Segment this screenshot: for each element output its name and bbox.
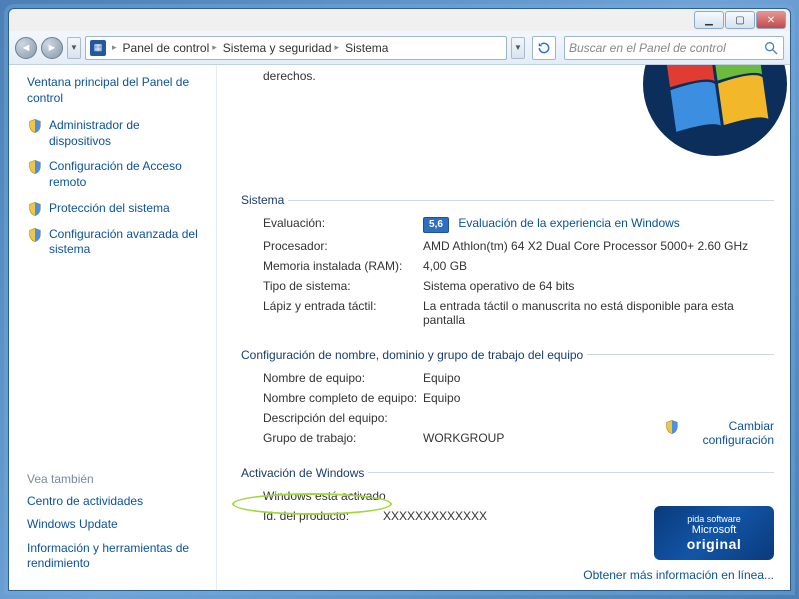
- sidebar-item-advanced-settings[interactable]: Configuración avanzada del sistema: [27, 227, 202, 258]
- chevron-right-icon: ▸: [212, 42, 217, 53]
- label: Grupo de trabajo:: [263, 431, 423, 445]
- breadcrumb[interactable]: ▦ ▸ Panel de control ▸ Sistema y segurid…: [85, 36, 507, 60]
- value: Equipo: [423, 371, 774, 385]
- content-area: Ventana principal del Panel de control A…: [9, 65, 790, 590]
- link-more-info-online[interactable]: Obtener más información en línea...: [583, 568, 774, 582]
- forward-button[interactable]: ►: [41, 37, 63, 59]
- close-button[interactable]: ✕: [756, 11, 786, 29]
- link-performance-info[interactable]: Información y herramientas de rendimient…: [27, 541, 202, 572]
- label: Procesador:: [263, 239, 423, 253]
- row-system-type: Tipo de sistema: Sistema operativo de 64…: [241, 276, 774, 296]
- label: Nombre completo de equipo:: [263, 391, 423, 405]
- section-legend: Activación de Windows: [241, 466, 368, 480]
- link-action-center[interactable]: Centro de actividades: [27, 494, 202, 510]
- label: Lápiz y entrada táctil:: [263, 299, 423, 327]
- sidebar: Ventana principal del Panel de control A…: [9, 65, 217, 590]
- section-legend: Configuración de nombre, dominio y grupo…: [241, 348, 587, 362]
- link-change-settings[interactable]: Cambiar configuración: [664, 419, 774, 447]
- label: Descripción del equipo:: [263, 411, 423, 425]
- titlebar: ▁ ▢ ✕: [9, 9, 790, 31]
- breadcrumb-label: Sistema: [345, 41, 388, 55]
- row-cpu: Procesador: AMD Athlon(tm) 64 X2 Dual Co…: [241, 236, 774, 256]
- breadcrumb-dropdown[interactable]: ▼: [511, 37, 525, 59]
- shield-icon: [27, 159, 43, 175]
- sidebar-item-remote-access[interactable]: Configuración de Acceso remoto: [27, 159, 202, 190]
- label: Id. del producto:: [263, 509, 383, 523]
- activation-status-text: Windows está activado: [263, 489, 774, 503]
- sidebar-item-system-protection[interactable]: Protección del sistema: [27, 201, 202, 217]
- link-windows-update[interactable]: Windows Update: [27, 517, 202, 533]
- back-button[interactable]: ◄: [15, 37, 37, 59]
- row-activation-status: Windows está activado: [241, 486, 774, 506]
- wei-score-badge: 5,6: [423, 217, 449, 233]
- link-label: Cambiar configuración: [684, 419, 774, 447]
- control-panel-icon: ▦: [90, 40, 106, 56]
- history-dropdown[interactable]: ▼: [67, 37, 81, 59]
- breadcrumb-label: Panel de control: [123, 41, 210, 55]
- refresh-button[interactable]: [532, 36, 556, 60]
- see-also-header: Vea también: [27, 472, 202, 486]
- control-panel-home-link[interactable]: Ventana principal del Panel de control: [27, 75, 202, 106]
- navigation-bar: ◄ ► ▼ ▦ ▸ Panel de control ▸ Sistema y s…: [9, 31, 790, 65]
- sidebar-item-label: Protección del sistema: [49, 201, 170, 217]
- shield-icon: [27, 227, 43, 243]
- value: AMD Athlon(tm) 64 X2 Dual Core Processor…: [423, 239, 774, 253]
- section-legend: Sistema: [241, 193, 288, 207]
- label: Evaluación:: [263, 216, 423, 233]
- maximize-button[interactable]: ▢: [725, 11, 755, 29]
- window-frame: ▁ ▢ ✕ ◄ ► ▼ ▦ ▸ Panel de control ▸ Siste…: [8, 8, 791, 591]
- shield-icon: [664, 419, 680, 435]
- breadcrumb-label: Sistema y seguridad: [223, 41, 332, 55]
- value: Sistema operativo de 64 bits: [423, 279, 774, 293]
- breadcrumb-seg-1[interactable]: Sistema y seguridad ▸: [223, 41, 339, 55]
- chevron-right-icon: ▸: [335, 42, 340, 53]
- genuine-small-text: pida software: [687, 514, 741, 524]
- shield-icon: [27, 201, 43, 217]
- sidebar-item-label: Configuración avanzada del sistema: [49, 227, 202, 258]
- value: 4,00 GB: [423, 259, 774, 273]
- main-pane: derechos. Sistema Evaluación: 5,6 Evalua…: [217, 65, 790, 590]
- row-rating: Evaluación: 5,6 Evaluación de la experie…: [241, 213, 774, 236]
- breadcrumb-seg-2[interactable]: Sistema: [345, 41, 388, 55]
- chevron-right-icon: ▸: [112, 42, 117, 53]
- sidebar-item-label: Administrador de dispositivos: [49, 118, 202, 149]
- search-box[interactable]: [564, 36, 784, 60]
- genuine-badge[interactable]: pida software Microsoft original: [654, 506, 774, 560]
- value: La entrada táctil o manuscrita no está d…: [423, 299, 774, 327]
- window-buttons: ▁ ▢ ✕: [693, 11, 786, 29]
- sidebar-item-label: Configuración de Acceso remoto: [49, 159, 202, 190]
- label: Memoria instalada (RAM):: [263, 259, 423, 273]
- refresh-icon: [537, 41, 551, 55]
- sidebar-item-device-manager[interactable]: Administrador de dispositivos: [27, 118, 202, 149]
- label: Tipo de sistema:: [263, 279, 423, 293]
- section-system: Sistema Evaluación: 5,6 Evaluación de la…: [241, 193, 774, 330]
- row-full-computer-name: Nombre completo de equipo: Equipo: [241, 388, 774, 408]
- minimize-button[interactable]: ▁: [694, 11, 724, 29]
- row-computer-name: Nombre de equipo: Equipo: [241, 368, 774, 388]
- shield-icon: [27, 118, 43, 134]
- row-pen-touch: Lápiz y entrada táctil: La entrada tácti…: [241, 296, 774, 330]
- search-icon: [763, 40, 779, 56]
- row-ram: Memoria instalada (RAM): 4,00 GB: [241, 256, 774, 276]
- value: Equipo: [423, 391, 774, 405]
- windows-logo-icon: [640, 65, 790, 159]
- search-input[interactable]: [569, 41, 763, 55]
- genuine-big-text: original: [687, 536, 742, 552]
- label: Nombre de equipo:: [263, 371, 423, 385]
- breadcrumb-root[interactable]: Panel de control ▸: [123, 41, 217, 55]
- genuine-brand-text: Microsoft: [692, 524, 737, 536]
- link-wei[interactable]: Evaluación de la experiencia en Windows: [458, 216, 679, 230]
